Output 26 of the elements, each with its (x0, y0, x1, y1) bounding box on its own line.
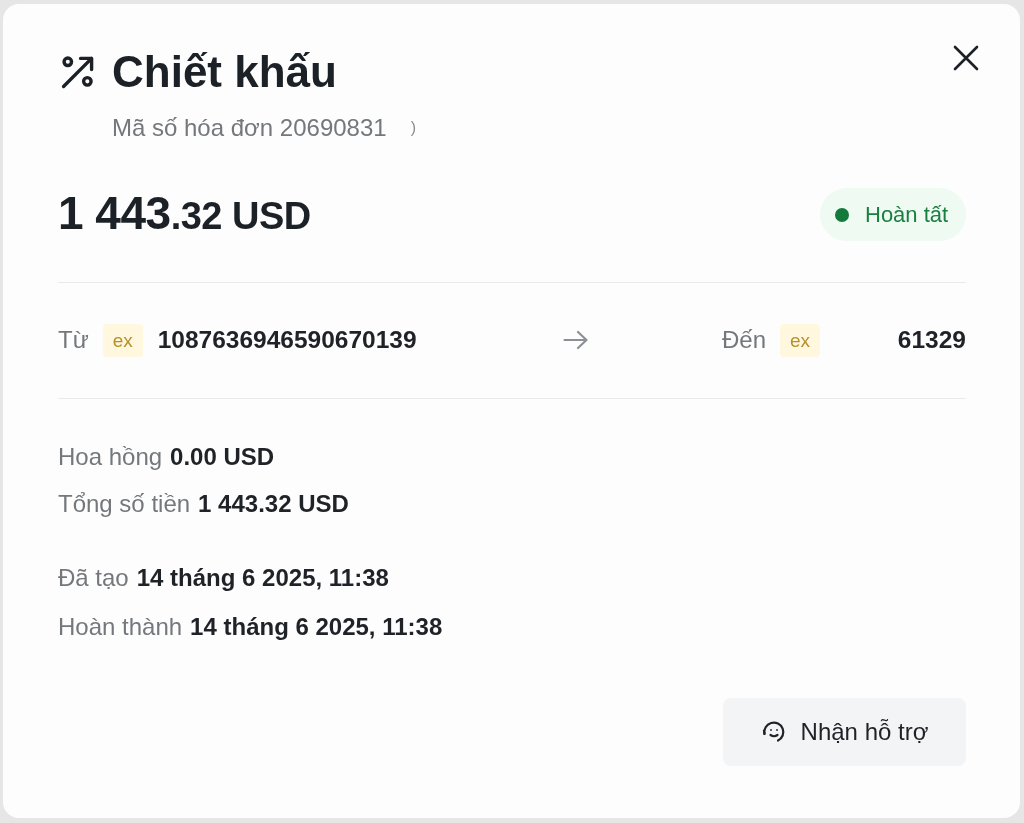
detail-value: 14 tháng 6 2025, 11:38 (136, 563, 389, 593)
account-number: 1087636946590670139 (157, 325, 417, 355)
account-number: 61329 (897, 325, 966, 355)
from-label: Từ (58, 325, 89, 355)
status-label: Hoàn tất (865, 200, 949, 229)
text-fragment: ) (410, 118, 416, 138)
detail-label: Đã tạo (58, 563, 129, 593)
close-icon (953, 45, 979, 71)
close-button[interactable] (951, 43, 981, 73)
detail-label: Hoàn thành (58, 612, 183, 642)
detail-value: 1 443.32 USD (198, 489, 349, 519)
right-arrow-icon (562, 330, 588, 350)
to-label: Đến (722, 325, 767, 355)
account-badge: ex (780, 323, 821, 357)
detail-value: 14 tháng 6 2025, 11:38 (190, 612, 443, 642)
status-dot-icon (835, 207, 849, 222)
detail-label: Hoa hồng (58, 442, 163, 472)
percent-arrow-icon (60, 55, 96, 89)
dialog-title: Chiết khấu (112, 46, 337, 98)
headset-smiley-icon (760, 719, 787, 745)
detail-label: Tổng số tiền (58, 489, 191, 519)
amount-value: 1 443.32 USD (58, 187, 311, 241)
invoice-number: Mã số hóa đơn 20690831 (112, 113, 387, 143)
support-button[interactable]: Nhận hỗ trợ (723, 698, 966, 766)
account-badge: ex (102, 323, 143, 357)
detail-value: 0.00 USD (170, 442, 275, 472)
